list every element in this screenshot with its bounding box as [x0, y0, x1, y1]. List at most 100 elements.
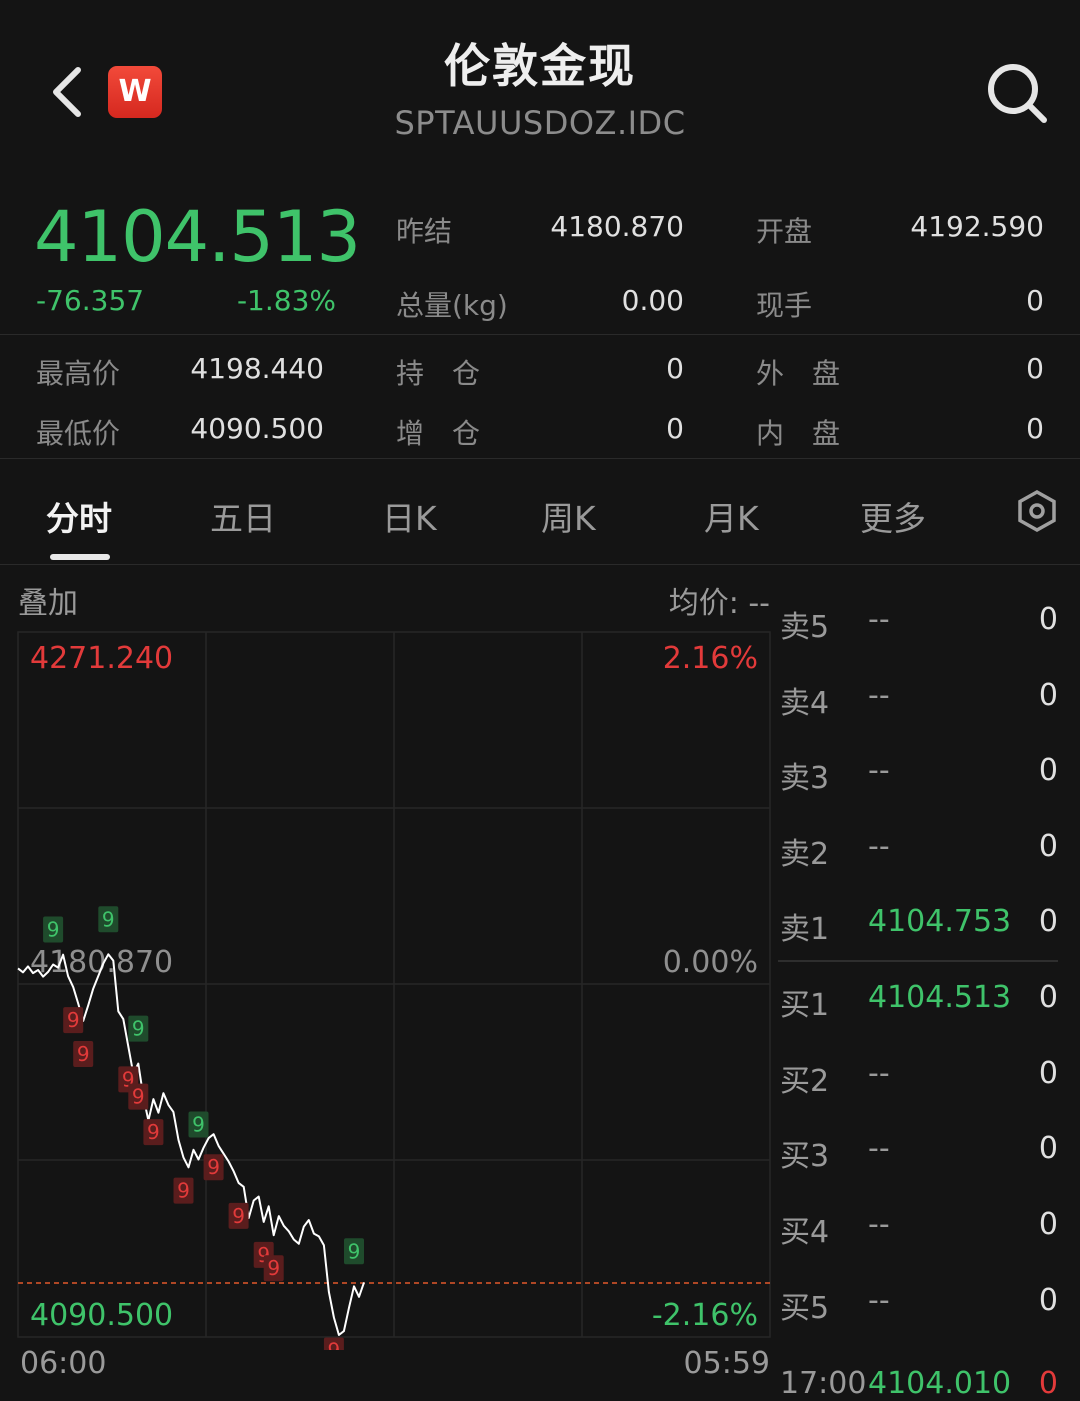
signal-marker: 9 — [203, 1154, 224, 1181]
order-book-volume: 0 — [1038, 678, 1058, 713]
y-axis-mid-percent: 0.00% — [663, 945, 758, 980]
svg-text:9: 9 — [328, 1339, 341, 1351]
svg-text:9: 9 — [348, 1239, 361, 1263]
signal-marker: 9 — [263, 1255, 284, 1282]
order-book-price: -- — [868, 1283, 890, 1318]
order-book-level-label: 卖4 — [780, 686, 830, 721]
current-hand-label: 现手 — [756, 289, 813, 322]
svg-text:9: 9 — [77, 1042, 90, 1066]
increase-value: 0 — [666, 412, 684, 445]
order-book-volume: 0 — [1038, 1283, 1058, 1318]
y-axis-top-percent: 2.16% — [663, 641, 758, 676]
svg-text:9: 9 — [207, 1155, 220, 1179]
order-book-level-label: 卖3 — [780, 761, 830, 796]
order-book-volume: 0 — [1038, 829, 1058, 864]
average-price-label: 均价: -- — [668, 586, 770, 621]
y-axis-mid-value: 4180.870 — [30, 945, 173, 980]
active-tab-indicator — [50, 554, 110, 560]
order-book-level-label: 卖1 — [780, 912, 830, 947]
tab-five-day[interactable]: 五日 — [210, 492, 276, 540]
outer-value: 0 — [1026, 352, 1044, 385]
tick-price: 4104.010 — [868, 1366, 1012, 1401]
intraday-chart[interactable]: 4271.240 2.16% 4180.870 0.00% 4090.500 -… — [0, 620, 780, 1350]
divider — [0, 458, 1080, 459]
signal-marker: 9 — [98, 906, 119, 933]
signal-marker: 9 — [128, 1015, 149, 1042]
order-book-price: -- — [868, 1207, 890, 1242]
svg-text:9: 9 — [147, 1120, 160, 1144]
overlay-button[interactable]: 叠加 — [18, 578, 78, 622]
order-book-price: -- — [868, 1056, 890, 1091]
tab-daily-k[interactable]: 日K — [382, 492, 437, 540]
order-book-level-label: 买1 — [780, 988, 830, 1023]
position-label: 持 仓 — [396, 357, 481, 390]
order-book-volume: 0 — [1038, 753, 1058, 788]
order-book-price: -- — [868, 1131, 890, 1166]
order-book-volume: 0 — [1038, 602, 1058, 637]
order-book-level-label: 买4 — [780, 1215, 830, 1250]
tab-intraday[interactable]: 分时 — [46, 492, 112, 540]
prev-settle-value: 4180.870 — [550, 210, 684, 243]
outer-label: 外 盘 — [756, 357, 841, 390]
order-book-volume: 0 — [1038, 1207, 1058, 1242]
symbol-code: SPTAUUSDOZ.IDC — [394, 104, 686, 142]
svg-text:9: 9 — [192, 1113, 205, 1137]
change-amount: -76.357 — [36, 284, 145, 317]
order-book-level-label: 买2 — [780, 1064, 830, 1099]
x-axis-end-time: 05:59 — [683, 1346, 770, 1381]
order-book-level-label: 买5 — [780, 1291, 830, 1326]
inner-label: 内 盘 — [756, 417, 841, 450]
tick-volume: 0 — [1038, 1366, 1058, 1401]
signal-marker: 9 — [323, 1337, 344, 1351]
open-label: 开盘 — [756, 215, 813, 248]
order-book-volume: 0 — [1038, 1131, 1058, 1166]
order-book-volume: 0 — [1038, 904, 1058, 939]
x-axis-start-time: 06:00 — [20, 1346, 107, 1381]
svg-text:9: 9 — [102, 907, 115, 931]
volume-value: 0.00 — [621, 284, 684, 317]
chart-grid — [17, 631, 771, 1338]
high-label: 最高价 — [36, 357, 121, 390]
change-percent: -1.83% — [236, 284, 336, 317]
volume-label: 总量(kg) — [396, 289, 508, 322]
y-axis-bottom-value: 4090.500 — [30, 1298, 173, 1333]
tab-monthly-k[interactable]: 月K — [704, 492, 759, 540]
order-book-separator — [778, 960, 1058, 962]
signal-marker: 9 — [344, 1238, 364, 1265]
tab-weekly-k[interactable]: 周K — [541, 492, 596, 540]
signal-marker: 9 — [188, 1111, 209, 1138]
svg-text:9: 9 — [47, 918, 60, 942]
signal-marker: 9 — [63, 1007, 84, 1034]
brand-logo[interactable]: W — [108, 66, 162, 118]
page-title: 伦敦金现 — [444, 39, 636, 93]
tick-time: 17:00 — [780, 1366, 867, 1401]
signal-marker: 9 — [43, 916, 64, 943]
order-book-volume: 0 — [1038, 1056, 1058, 1091]
back-arrow-icon[interactable] — [44, 62, 96, 122]
order-book-volume: 0 — [1038, 980, 1058, 1015]
position-value: 0 — [666, 352, 684, 385]
order-book-price: -- — [868, 678, 890, 713]
svg-text:9: 9 — [132, 1085, 145, 1109]
settings-icon[interactable] — [1016, 490, 1058, 532]
open-value: 4192.590 — [910, 210, 1044, 243]
tab-more[interactable]: 更多 — [860, 492, 926, 540]
svg-text:9: 9 — [267, 1256, 280, 1280]
order-book-price: 4104.753 — [868, 904, 1012, 939]
order-book-level-label: 买3 — [780, 1139, 830, 1174]
increase-label: 增 仓 — [396, 417, 481, 450]
svg-text:9: 9 — [132, 1017, 145, 1041]
last-price: 4104.513 — [34, 196, 361, 278]
signal-marker: 9 — [73, 1041, 94, 1067]
current-hand-value: 0 — [1026, 284, 1044, 317]
search-icon[interactable] — [984, 60, 1050, 126]
order-book-level-label: 卖5 — [780, 610, 830, 645]
low-value: 4090.500 — [190, 412, 324, 445]
high-value: 4198.440 — [190, 352, 324, 385]
order-book-price: -- — [868, 753, 890, 788]
divider — [0, 564, 1080, 565]
svg-text:9: 9 — [67, 1008, 80, 1032]
signal-marker: 9 — [143, 1119, 164, 1146]
divider — [0, 334, 1080, 335]
signal-marker: 9 — [228, 1202, 249, 1229]
